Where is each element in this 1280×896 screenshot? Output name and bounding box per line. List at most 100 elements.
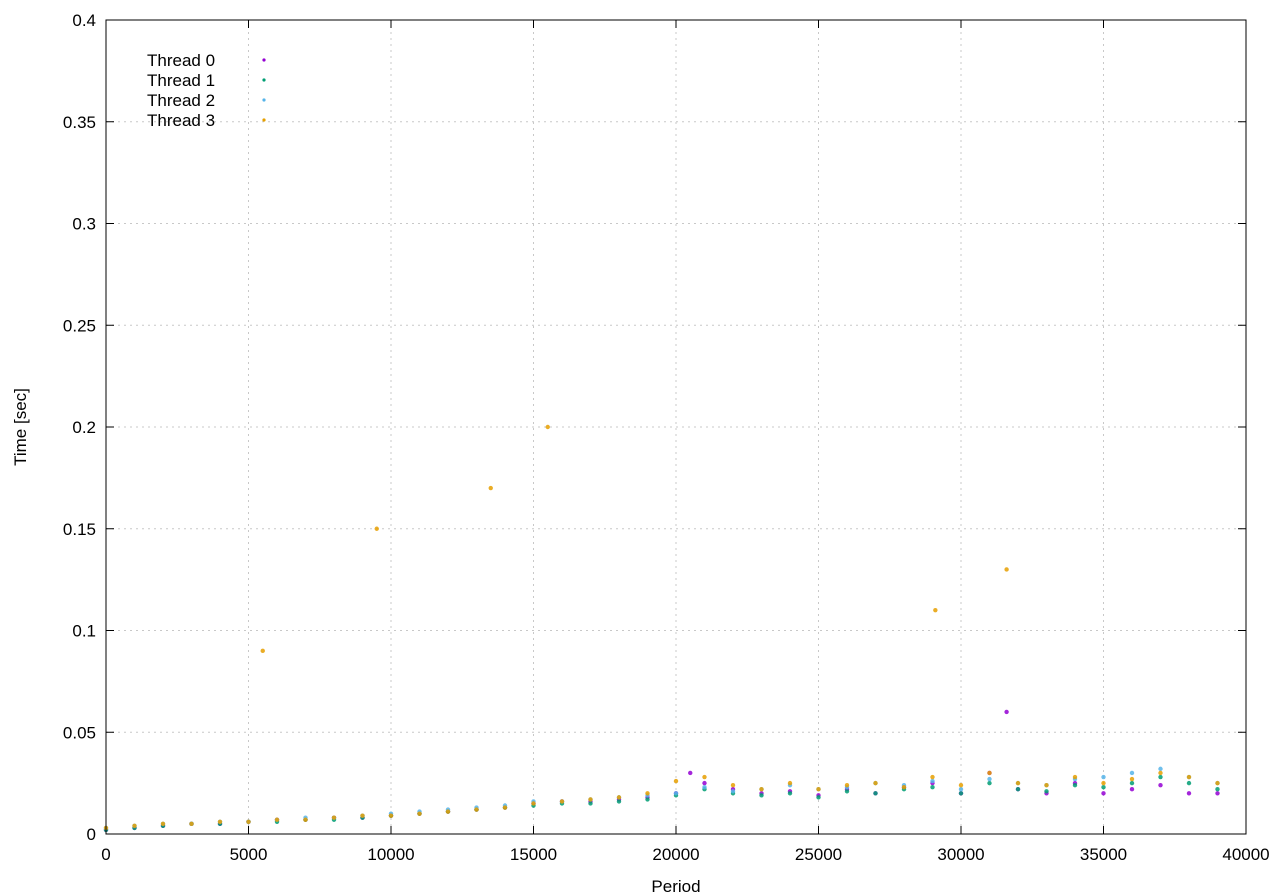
data-point — [930, 784, 935, 790]
data-point — [160, 821, 166, 827]
data-point — [1015, 780, 1021, 786]
data-point — [1186, 791, 1192, 796]
data-point — [1186, 780, 1192, 786]
data-point — [673, 791, 679, 796]
data-point — [987, 780, 992, 786]
data-point — [189, 821, 194, 827]
data-point — [246, 819, 251, 824]
data-point — [787, 791, 793, 796]
legend-marker-3 — [262, 118, 266, 122]
data-point — [1072, 774, 1078, 780]
data-point — [930, 774, 935, 780]
data-point — [1044, 789, 1049, 794]
y-tick-labels: 0 0.05 0.1 0.15 0.2 0.25 0.3 0.35 0.4 — [63, 11, 96, 844]
data-point — [1158, 774, 1163, 780]
data-point — [417, 811, 422, 816]
y-axis-label: Time [sec] — [11, 388, 30, 466]
data-point — [759, 787, 764, 792]
series-2-points — [103, 766, 1220, 831]
data-point — [759, 793, 764, 798]
data-point — [588, 797, 593, 802]
y-tick-label: 0.35 — [63, 113, 96, 132]
data-point — [844, 782, 850, 788]
data-point — [1158, 782, 1163, 788]
data-point — [933, 607, 938, 613]
data-point — [445, 809, 451, 814]
x-tick-label: 40000 — [1222, 845, 1269, 864]
data-point — [958, 791, 964, 796]
data-point — [958, 787, 964, 792]
data-point — [217, 819, 223, 824]
legend-marker-2 — [262, 98, 266, 102]
data-point — [702, 780, 707, 786]
data-point — [1215, 780, 1220, 786]
data-point — [1004, 567, 1009, 572]
data-point — [730, 782, 736, 788]
data-point — [132, 823, 137, 829]
data-point — [260, 648, 265, 654]
data-point — [844, 789, 850, 794]
data-point — [1186, 774, 1192, 780]
data-point — [1215, 787, 1220, 792]
x-tick-label: 20000 — [652, 845, 699, 864]
data-point — [873, 780, 878, 786]
y-tick-label: 0.3 — [72, 215, 96, 234]
legend-label-2: Thread 2 — [147, 91, 215, 110]
data-point — [873, 791, 878, 796]
data-point — [559, 799, 565, 804]
legend-label-1: Thread 1 — [147, 71, 215, 90]
legend: Thread 0Thread 1Thread 2Thread 3 — [147, 51, 266, 130]
y-tick-label: 0.2 — [72, 418, 96, 437]
data-point — [816, 787, 821, 792]
data-point — [1158, 770, 1163, 776]
y-tick-label: 0.05 — [63, 723, 96, 742]
data-point — [930, 778, 935, 784]
data-point — [1004, 709, 1009, 715]
x-tick-label: 0 — [101, 845, 110, 864]
x-tick-label: 25000 — [795, 845, 842, 864]
data-point — [645, 791, 650, 796]
scatter-chart: 0 5000 10000 15000 20000 25000 30000 35000 40000… — [11, 11, 1270, 896]
data-points — [103, 424, 1220, 833]
data-point — [1101, 780, 1106, 786]
data-point — [1129, 780, 1135, 786]
data-point — [673, 778, 679, 784]
x-tick-label: 10000 — [367, 845, 414, 864]
data-point — [388, 813, 394, 818]
data-point — [303, 817, 308, 822]
y-tick-label: 0 — [87, 825, 96, 844]
x-tick-labels: 0 5000 10000 15000 20000 25000 30000 35000 40000 — [101, 845, 1269, 864]
grid — [106, 20, 1246, 834]
legend-label-3: Thread 3 — [147, 111, 215, 130]
data-point — [488, 485, 493, 491]
series-3-points — [103, 424, 1220, 831]
x-axis-label: Period — [651, 877, 700, 896]
data-point — [274, 817, 280, 822]
data-point — [958, 782, 964, 788]
data-point — [1101, 784, 1106, 790]
data-point — [702, 784, 707, 790]
data-point — [688, 770, 693, 776]
chart-container: 0 5000 10000 15000 20000 25000 30000 35000 40000… — [0, 0, 1280, 896]
data-point — [730, 789, 736, 794]
data-point — [531, 801, 536, 806]
data-point — [331, 815, 337, 820]
data-point — [1101, 791, 1106, 796]
data-point — [1129, 787, 1135, 792]
legend-marker-0 — [262, 58, 266, 62]
data-point — [588, 801, 593, 806]
data-point — [502, 805, 508, 810]
data-point — [360, 813, 365, 818]
series-1-points — [103, 774, 1220, 833]
data-point — [1044, 782, 1049, 788]
data-point — [1129, 776, 1135, 782]
data-point — [645, 797, 650, 802]
data-point — [1215, 791, 1220, 796]
data-point — [616, 795, 622, 800]
data-point — [1158, 766, 1163, 772]
legend-marker-1 — [262, 78, 266, 82]
data-point — [787, 780, 793, 786]
data-point — [987, 770, 992, 776]
data-point — [474, 807, 479, 812]
y-tick-label: 0.25 — [63, 316, 96, 335]
